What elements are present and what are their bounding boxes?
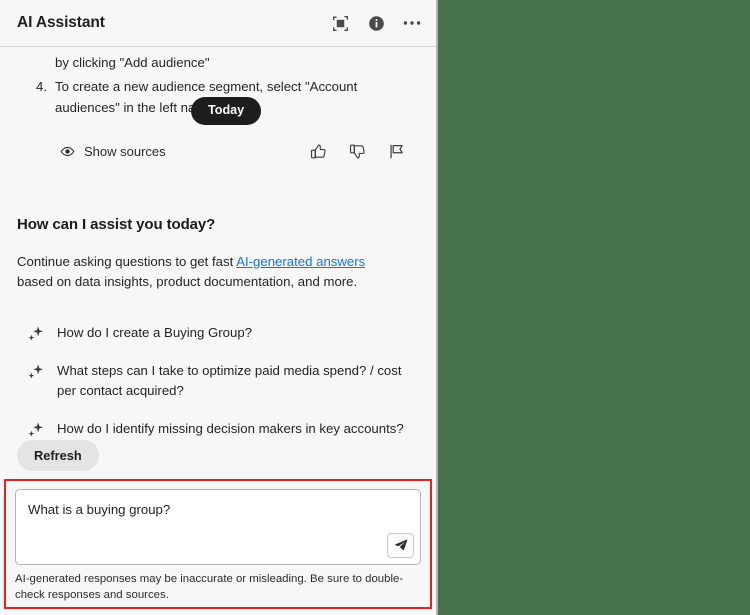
chat-input-wrapper[interactable] — [15, 488, 421, 565]
greeting-subtitle-before: Continue asking questions to get fast — [17, 253, 237, 269]
header-actions — [330, 13, 422, 33]
suggested-prompt-1[interactable]: How do I create a Buying Group? — [17, 323, 419, 343]
send-paper-plane-icon — [394, 538, 408, 552]
suggested-prompt-label: How do I identify missing decision maker… — [57, 421, 404, 437]
greeting-block: How can I assist you today? Continue ask… — [17, 216, 419, 294]
suggested-prompts: How do I create a Buying Group? What ste… — [17, 323, 419, 439]
ai-disclaimer: AI-generated responses may be inaccurate… — [15, 572, 404, 601]
eye-icon — [60, 144, 75, 159]
flag-icon[interactable] — [388, 143, 405, 160]
feedback-icons — [310, 143, 419, 160]
page-title: AI Assistant — [17, 14, 105, 31]
chat-input[interactable] — [16, 489, 420, 564]
sparkle-icon — [27, 325, 44, 342]
sparkle-icon — [27, 363, 44, 380]
suggested-prompt-label: What steps can I take to optimize paid m… — [57, 363, 402, 399]
suggested-prompt-3[interactable]: How do I identify missing decision maker… — [17, 419, 419, 439]
info-icon[interactable] — [366, 13, 386, 33]
ai-assistant-panel: AI Assistant Today by clicking "Add audi… — [0, 0, 438, 615]
refresh-button[interactable]: Refresh — [17, 439, 99, 471]
suggested-prompt-2[interactable]: What steps can I take to optimize paid m… — [17, 361, 419, 401]
thumbs-up-icon[interactable] — [310, 143, 327, 160]
greeting-subtitle-after: based on data insights, product document… — [17, 274, 358, 290]
suggested-prompt-label: How do I create a Buying Group? — [57, 325, 252, 341]
greeting-title: How can I assist you today? — [17, 215, 216, 233]
date-chip: Today — [191, 97, 262, 125]
composer-highlight-region: AI-generated responses may be inaccurate… — [4, 478, 432, 609]
refresh-row: Refresh — [17, 439, 99, 471]
ai-generated-answers-link[interactable]: AI-generated answers — [236, 254, 365, 269]
show-sources-label: Show sources — [84, 144, 166, 160]
sparkle-icon — [27, 421, 44, 438]
greeting-subtitle: Continue asking questions to get fast AI… — [17, 252, 402, 294]
show-sources-button[interactable]: Show sources — [60, 144, 166, 159]
answer-continuation-line: by clicking "Add audience" — [55, 55, 210, 70]
more-options-icon[interactable] — [402, 13, 422, 33]
list-item-number: 4. — [36, 78, 47, 94]
panel-header: AI Assistant — [0, 0, 436, 47]
answer-actions-row: Show sources — [17, 141, 419, 163]
thumbs-down-icon[interactable] — [349, 143, 366, 160]
send-button[interactable] — [387, 532, 414, 558]
maximize-icon[interactable] — [330, 13, 350, 33]
conversation-scroll-area[interactable]: Today by clicking "Add audience" 4. To c… — [0, 47, 436, 479]
